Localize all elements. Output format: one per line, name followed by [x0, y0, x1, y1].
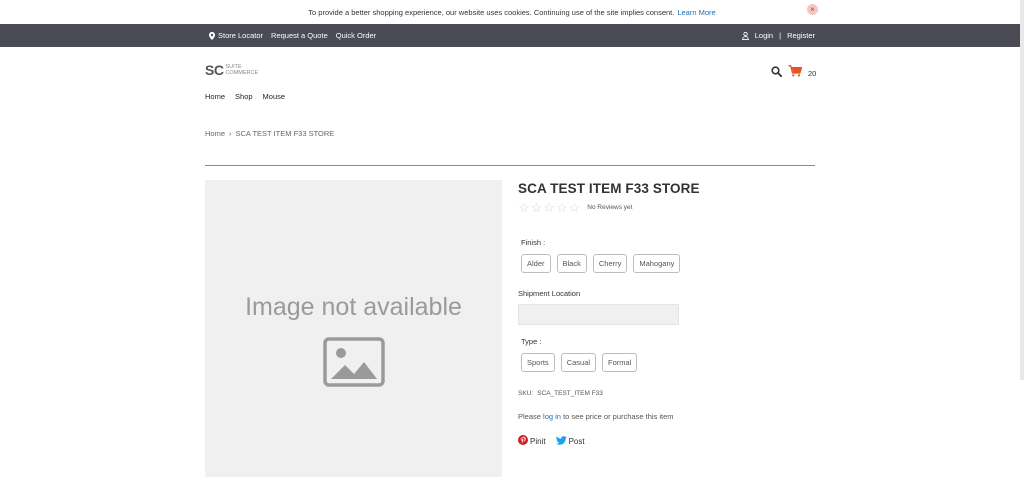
type-option-formal[interactable]: Formal: [602, 353, 638, 372]
shipment-location-field[interactable]: [518, 304, 679, 325]
login-inline-link[interactable]: log in: [543, 412, 561, 421]
finish-options: Alder Black Cherry Mahogany: [521, 254, 681, 273]
pinterest-icon: [518, 435, 528, 447]
star-icon: ☆: [543, 200, 555, 215]
pinit-label: Pinit: [530, 436, 546, 446]
topbar-separator: |: [779, 31, 782, 40]
star-icon: ☆: [555, 200, 568, 215]
tweet-button[interactable]: Post: [555, 435, 585, 447]
scrollbar[interactable]: [1020, 0, 1024, 380]
reviews-count[interactable]: No Reviews yet: [587, 204, 632, 211]
product-sku: SKU: SCA_TEST_ITEM F33: [518, 390, 603, 397]
store-locator-label: Store Locator: [218, 31, 264, 40]
main-nav: Home Shop Mouse: [205, 92, 285, 101]
logo-sub-line2: COMMERCE: [225, 70, 259, 76]
finish-option-mahogany[interactable]: Mahogany: [633, 254, 681, 273]
image-placeholder-icon: [322, 337, 385, 392]
nav-item-shop[interactable]: Shop: [235, 92, 253, 101]
store-locator-link[interactable]: Store Locator: [209, 31, 263, 40]
header-actions: 20: [771, 64, 816, 82]
star-icon: ☆: [568, 200, 581, 215]
sku-label: SKU:: [518, 390, 534, 397]
finish-label: Finish :: [521, 238, 546, 247]
breadcrumb-current: SCA TEST ITEM F33 STORE: [235, 129, 335, 138]
cookie-banner: To provide a better shopping experience,…: [0, 0, 1024, 24]
type-option-sports[interactable]: Sports: [521, 353, 555, 372]
product-title: SCA TEST ITEM F33 STORE: [518, 181, 700, 196]
quick-order-link[interactable]: Quick Order: [336, 31, 376, 40]
image-placeholder-text: Image not available: [245, 293, 462, 321]
login-message: Please log in to see price or purchase t…: [518, 412, 674, 421]
type-option-casual[interactable]: Casual: [560, 353, 597, 372]
login-link[interactable]: Login: [755, 31, 773, 40]
site-logo[interactable]: SC SUITE COMMERCE: [205, 62, 258, 78]
star-icon: ☆: [530, 200, 543, 215]
cart-icon[interactable]: [788, 64, 803, 82]
breadcrumb: Home › SCA TEST ITEM F33 STORE: [205, 129, 334, 138]
login-message-suffix: to see price or purchase this item: [563, 412, 674, 421]
learn-more-link[interactable]: Learn More: [677, 8, 715, 17]
close-icon[interactable]: ×: [807, 4, 818, 15]
request-quote-link[interactable]: Request a Quote: [271, 31, 328, 40]
finish-option-black[interactable]: Black: [556, 254, 587, 273]
breadcrumb-separator: ›: [229, 129, 232, 138]
user-icon: [741, 31, 749, 40]
logo-mark: SC: [205, 62, 224, 78]
top-bar: Store Locator Request a Quote Quick Orde…: [0, 24, 1024, 47]
pinit-button[interactable]: Pinit: [518, 435, 546, 447]
cookie-message: To provide a better shopping experience,…: [308, 7, 675, 17]
shipment-location-label: Shipment Location: [518, 289, 581, 298]
login-message-prefix: Please: [518, 412, 541, 421]
post-label: Post: [568, 436, 585, 446]
type-options: Sports Casual Formal: [521, 353, 638, 372]
cart-count[interactable]: 20: [808, 69, 816, 78]
social-share: Pinit Post: [518, 435, 585, 447]
product-rating[interactable]: ☆ ☆ ☆ ☆ ☆ No Reviews yet: [518, 201, 632, 214]
location-pin-icon: [209, 31, 215, 40]
type-label: Type :: [521, 337, 542, 346]
register-link[interactable]: Register: [787, 31, 815, 40]
logo-subtitle: SUITE COMMERCE: [225, 64, 258, 76]
star-icon: ☆: [518, 200, 530, 215]
divider: [205, 165, 815, 166]
nav-item-home[interactable]: Home: [205, 92, 225, 101]
breadcrumb-home[interactable]: Home: [205, 129, 225, 138]
finish-option-cherry[interactable]: Cherry: [592, 254, 628, 273]
search-icon[interactable]: [771, 64, 783, 82]
twitter-icon: [555, 435, 567, 447]
finish-option-alder[interactable]: Alder: [521, 254, 551, 273]
product-image[interactable]: Image not available: [205, 180, 502, 477]
nav-item-mouse[interactable]: Mouse: [263, 92, 286, 101]
sku-value: SCA_TEST_ITEM F33: [537, 390, 603, 397]
